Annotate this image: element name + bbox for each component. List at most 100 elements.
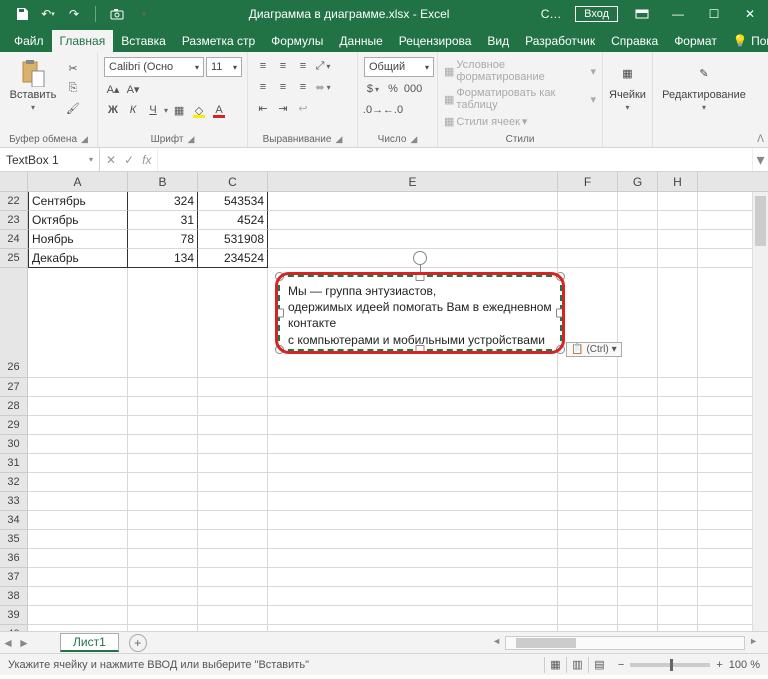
resize-handle-nw[interactable] xyxy=(275,272,284,281)
cell-C39[interactable] xyxy=(198,606,268,625)
cell-B22[interactable]: 324 xyxy=(128,192,198,211)
cell-F30[interactable] xyxy=(558,435,618,454)
cell-A23[interactable]: Октябрь xyxy=(28,211,128,230)
cell-G38[interactable] xyxy=(618,587,658,606)
cell-H29[interactable] xyxy=(658,416,698,435)
cell-C34[interactable] xyxy=(198,511,268,530)
cell-E31[interactable] xyxy=(268,454,558,473)
decrease-font-icon[interactable]: A▾ xyxy=(124,80,142,98)
row-header-27[interactable]: 27 xyxy=(0,378,28,397)
cell-H32[interactable] xyxy=(658,473,698,492)
align-middle-icon[interactable]: ≡ xyxy=(274,57,292,75)
maximize-button[interactable]: ☐ xyxy=(696,0,732,28)
sheet-tab-active[interactable]: Лист1 xyxy=(60,633,119,652)
cell-A38[interactable] xyxy=(28,587,128,606)
vertical-scrollbar[interactable] xyxy=(752,192,768,631)
row-header-28[interactable]: 28 xyxy=(0,397,28,416)
bold-button[interactable]: Ж xyxy=(104,101,122,119)
cell-A35[interactable] xyxy=(28,530,128,549)
cell-C32[interactable] xyxy=(198,473,268,492)
cell-B29[interactable] xyxy=(128,416,198,435)
sheet-nav-prev-icon[interactable]: ◄ xyxy=(0,636,16,650)
col-header-B[interactable]: B xyxy=(128,172,198,191)
orientation-icon[interactable]: ⤢ xyxy=(314,57,332,75)
fill-color-icon[interactable]: ◇ xyxy=(190,101,208,119)
cell-B27[interactable] xyxy=(128,378,198,397)
cell-H27[interactable] xyxy=(658,378,698,397)
tab-insert[interactable]: Вставка xyxy=(113,30,174,52)
row-header-39[interactable]: 39 xyxy=(0,606,28,625)
sync-status[interactable]: С… xyxy=(533,0,569,28)
cell-G33[interactable] xyxy=(618,492,658,511)
align-left-icon[interactable]: ≡ xyxy=(254,78,272,96)
cell-B31[interactable] xyxy=(128,454,198,473)
tab-help[interactable]: Справка xyxy=(603,30,666,52)
zoom-slider[interactable] xyxy=(630,663,710,667)
cells-button[interactable]: ▦Ячейки▾ xyxy=(609,55,646,112)
font-launcher-icon[interactable]: ◢ xyxy=(187,134,194,145)
cell-F31[interactable] xyxy=(558,454,618,473)
cell-A28[interactable] xyxy=(28,397,128,416)
qat-customize-icon[interactable] xyxy=(135,6,151,22)
cell-H26[interactable] xyxy=(658,268,698,378)
tab-view[interactable]: Вид xyxy=(479,30,517,52)
fx-icon[interactable]: fx xyxy=(142,153,151,167)
zoom-control[interactable]: − + 100 % xyxy=(618,659,760,671)
cell-C38[interactable] xyxy=(198,587,268,606)
cell-B40[interactable] xyxy=(128,625,198,631)
cell-H33[interactable] xyxy=(658,492,698,511)
cell-C22[interactable]: 543534 xyxy=(198,192,268,211)
cell-E35[interactable] xyxy=(268,530,558,549)
cell-H22[interactable] xyxy=(658,192,698,211)
spreadsheet-grid[interactable]: A B C E F G H 22Сентябрь32454353423Октяб… xyxy=(0,172,768,631)
row-header-38[interactable]: 38 xyxy=(0,587,28,606)
cell-F24[interactable] xyxy=(558,230,618,249)
expand-formula-bar-icon[interactable]: ▾ xyxy=(752,148,768,171)
cell-G30[interactable] xyxy=(618,435,658,454)
col-header-C[interactable]: C xyxy=(198,172,268,191)
cell-C29[interactable] xyxy=(198,416,268,435)
enter-formula-icon[interactable]: ✓ xyxy=(124,153,134,167)
ribbon-display-icon[interactable] xyxy=(624,0,660,28)
cell-A24[interactable]: Ноябрь xyxy=(28,230,128,249)
normal-view-icon[interactable]: ▦ xyxy=(544,657,566,673)
login-button[interactable]: Вход xyxy=(575,6,618,22)
cell-H31[interactable] xyxy=(658,454,698,473)
cell-H30[interactable] xyxy=(658,435,698,454)
col-header-E[interactable]: E xyxy=(268,172,558,191)
cell-A37[interactable] xyxy=(28,568,128,587)
cell-A33[interactable] xyxy=(28,492,128,511)
row-header-32[interactable]: 32 xyxy=(0,473,28,492)
cell-G29[interactable] xyxy=(618,416,658,435)
row-header-23[interactable]: 23 xyxy=(0,211,28,230)
row-header-31[interactable]: 31 xyxy=(0,454,28,473)
cell-E27[interactable] xyxy=(268,378,558,397)
cell-C24[interactable]: 531908 xyxy=(198,230,268,249)
clipboard-launcher-icon[interactable]: ◢ xyxy=(81,134,88,145)
cell-E36[interactable] xyxy=(268,549,558,568)
cell-A31[interactable] xyxy=(28,454,128,473)
collapse-ribbon-icon[interactable]: ᐱ xyxy=(757,134,764,145)
row-header-33[interactable]: 33 xyxy=(0,492,28,511)
textbox-shape[interactable]: Мы — группа энтузиастов, одержимых идеей… xyxy=(278,275,562,351)
cell-C40[interactable] xyxy=(198,625,268,631)
cell-H37[interactable] xyxy=(658,568,698,587)
row-header-34[interactable]: 34 xyxy=(0,511,28,530)
cell-E40[interactable] xyxy=(268,625,558,631)
row-header-29[interactable]: 29 xyxy=(0,416,28,435)
cut-icon[interactable]: ✂ xyxy=(64,59,82,77)
cell-G25[interactable] xyxy=(618,249,658,268)
cell-G32[interactable] xyxy=(618,473,658,492)
cell-A26[interactable] xyxy=(28,268,128,378)
col-header-F[interactable]: F xyxy=(558,172,618,191)
tab-review[interactable]: Рецензирова xyxy=(391,30,480,52)
cell-A40[interactable] xyxy=(28,625,128,631)
cell-G39[interactable] xyxy=(618,606,658,625)
col-header-H[interactable]: H xyxy=(658,172,698,191)
col-header-G[interactable]: G xyxy=(618,172,658,191)
cell-E38[interactable] xyxy=(268,587,558,606)
tab-developer[interactable]: Разработчик xyxy=(517,30,603,52)
cell-H40[interactable] xyxy=(658,625,698,631)
cell-A29[interactable] xyxy=(28,416,128,435)
cell-F36[interactable] xyxy=(558,549,618,568)
